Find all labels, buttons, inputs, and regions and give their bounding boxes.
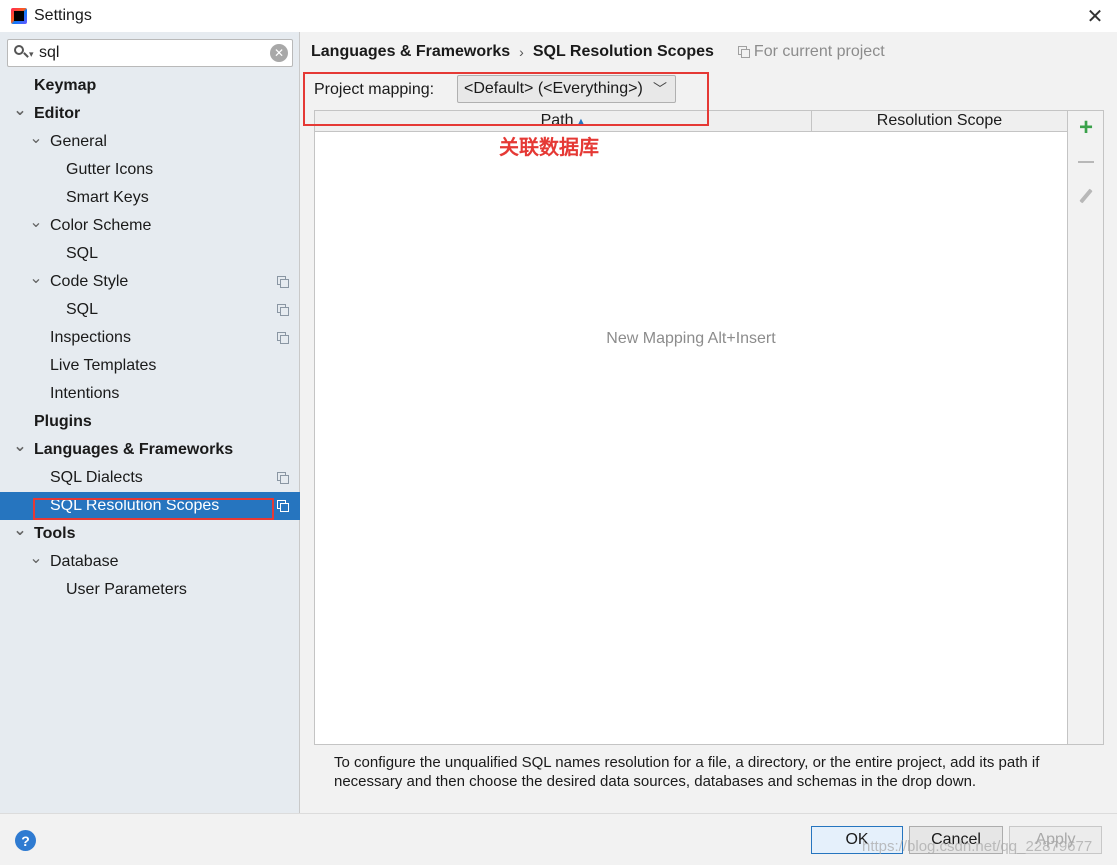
- help-description: To configure the unqualified SQL names r…: [334, 754, 1040, 790]
- search-icon[interactable]: ▾: [11, 41, 35, 65]
- sidebar-item-live-templates[interactable]: Live Templates: [0, 352, 300, 380]
- sidebar-item-label: Tools: [34, 525, 76, 542]
- chevron-down-icon[interactable]: ⌄: [29, 130, 42, 147]
- sidebar-item-user-parameters[interactable]: User Parameters: [0, 576, 300, 604]
- sidebar-item-label: General: [50, 133, 107, 150]
- sidebar-item-label: SQL: [66, 245, 99, 262]
- clear-search-icon[interactable]: ✕: [270, 44, 288, 62]
- intellij-app-icon: [11, 8, 27, 24]
- settings-tree: Keymap ⌄ Editor ⌄ General Gutter Icons Smart K…: [0, 72, 300, 604]
- highlight-box-project-mapping: [303, 72, 709, 126]
- sidebar-item-database[interactable]: ⌄ Database: [0, 548, 300, 576]
- sidebar-item-tools[interactable]: ⌄ Tools: [0, 520, 300, 548]
- sidebar-item-sql[interactable]: SQL: [0, 240, 300, 268]
- sidebar-item-plugins[interactable]: Plugins: [0, 408, 300, 436]
- column-header-resolution-scope[interactable]: Resolution Scope: [812, 111, 1067, 131]
- add-icon[interactable]: +: [1077, 114, 1095, 141]
- mapping-table[interactable]: Path ▲ Resolution Scope New Mapping Alt+…: [314, 110, 1068, 745]
- column-header-scope-label: Resolution Scope: [876, 112, 1003, 129]
- project-level-icon: [277, 472, 289, 484]
- sidebar-item-keymap[interactable]: Keymap: [0, 72, 300, 100]
- sidebar-item-label: Code Style: [50, 273, 129, 290]
- sidebar-item-sql[interactable]: SQL: [0, 296, 300, 324]
- sidebar-item-label: Gutter Icons: [66, 161, 154, 178]
- sidebar-item-label: SQL: [66, 301, 99, 318]
- breadcrumb: Languages & Frameworks › SQL Resolution …: [311, 43, 885, 61]
- chevron-down-icon[interactable]: ⌄: [13, 102, 26, 119]
- breadcrumb-current: SQL Resolution Scopes: [532, 43, 714, 60]
- breadcrumb-separator: ›: [519, 44, 524, 60]
- help-icon[interactable]: ?: [15, 830, 36, 851]
- sidebar-item-label: Live Templates: [50, 357, 157, 374]
- chevron-down-icon[interactable]: ⌄: [13, 438, 26, 455]
- sidebar-item-sql-dialects[interactable]: SQL Dialects: [0, 464, 300, 492]
- scope-note: For current project: [737, 43, 885, 61]
- sidebar-item-label: Color Scheme: [50, 217, 152, 234]
- annotation-label: 关联数据库: [499, 135, 599, 159]
- window-title: Settings: [34, 7, 92, 24]
- sidebar-item-color-scheme[interactable]: ⌄ Color Scheme: [0, 212, 300, 240]
- table-toolbar: +: [1068, 110, 1104, 745]
- project-copy-icon: [737, 46, 750, 58]
- project-level-icon: [277, 276, 289, 288]
- sidebar-item-label: Plugins: [34, 413, 92, 430]
- chevron-down-icon[interactable]: ⌄: [29, 270, 42, 287]
- sidebar-item-label: Languages & Frameworks: [34, 441, 234, 458]
- edit-icon[interactable]: [1077, 187, 1095, 205]
- sidebar-item-label: Inspections: [50, 329, 131, 346]
- watermark: https://blog.csdn.net/qq_22879677: [862, 838, 1093, 855]
- sidebar-item-code-style[interactable]: ⌄ Code Style: [0, 268, 300, 296]
- search-input[interactable]: [39, 41, 264, 65]
- title-bar: Settings ✕: [0, 0, 1117, 32]
- sidebar-item-label: Intentions: [50, 385, 120, 402]
- chevron-down-icon[interactable]: ⌄: [29, 550, 42, 567]
- sidebar-item-general[interactable]: ⌄ General: [0, 128, 300, 156]
- close-icon[interactable]: ✕: [1083, 4, 1107, 28]
- project-level-icon: [277, 304, 289, 316]
- chevron-down-icon[interactable]: ⌄: [13, 522, 26, 539]
- sidebar-item-gutter-icons[interactable]: Gutter Icons: [0, 156, 300, 184]
- remove-icon[interactable]: [1077, 153, 1095, 171]
- sidebar-item-label: SQL Dialects: [50, 469, 143, 486]
- breadcrumb-parent[interactable]: Languages & Frameworks: [311, 43, 510, 61]
- search-box: ▾ ✕: [7, 39, 293, 67]
- project-level-icon: [277, 500, 289, 512]
- sidebar-item-smart-keys[interactable]: Smart Keys: [0, 184, 300, 212]
- project-level-icon: [277, 332, 289, 344]
- chevron-down-icon[interactable]: ⌄: [29, 214, 42, 231]
- highlight-box-selected-item: [33, 498, 274, 520]
- settings-sidebar: ▾ ✕ Keymap ⌄ Editor ⌄ General Gutter Icons Sma…: [0, 32, 300, 813]
- sidebar-item-label: User Parameters: [66, 581, 187, 598]
- sidebar-item-intentions[interactable]: Intentions: [0, 380, 300, 408]
- sidebar-item-inspections[interactable]: Inspections: [0, 324, 300, 352]
- scope-note-label: For current project: [753, 43, 885, 60]
- sidebar-item-label: Smart Keys: [66, 189, 149, 206]
- sidebar-item-languages-frameworks[interactable]: ⌄ Languages & Frameworks: [0, 436, 300, 464]
- sidebar-item-label: Database: [50, 553, 119, 570]
- sidebar-item-label: Editor: [34, 105, 81, 122]
- empty-table-hint[interactable]: New Mapping Alt+Insert: [315, 330, 1067, 348]
- sidebar-item-editor[interactable]: ⌄ Editor: [0, 100, 300, 128]
- main-panel: Languages & Frameworks › SQL Resolution …: [301, 32, 1117, 813]
- sidebar-item-label: Keymap: [34, 77, 97, 94]
